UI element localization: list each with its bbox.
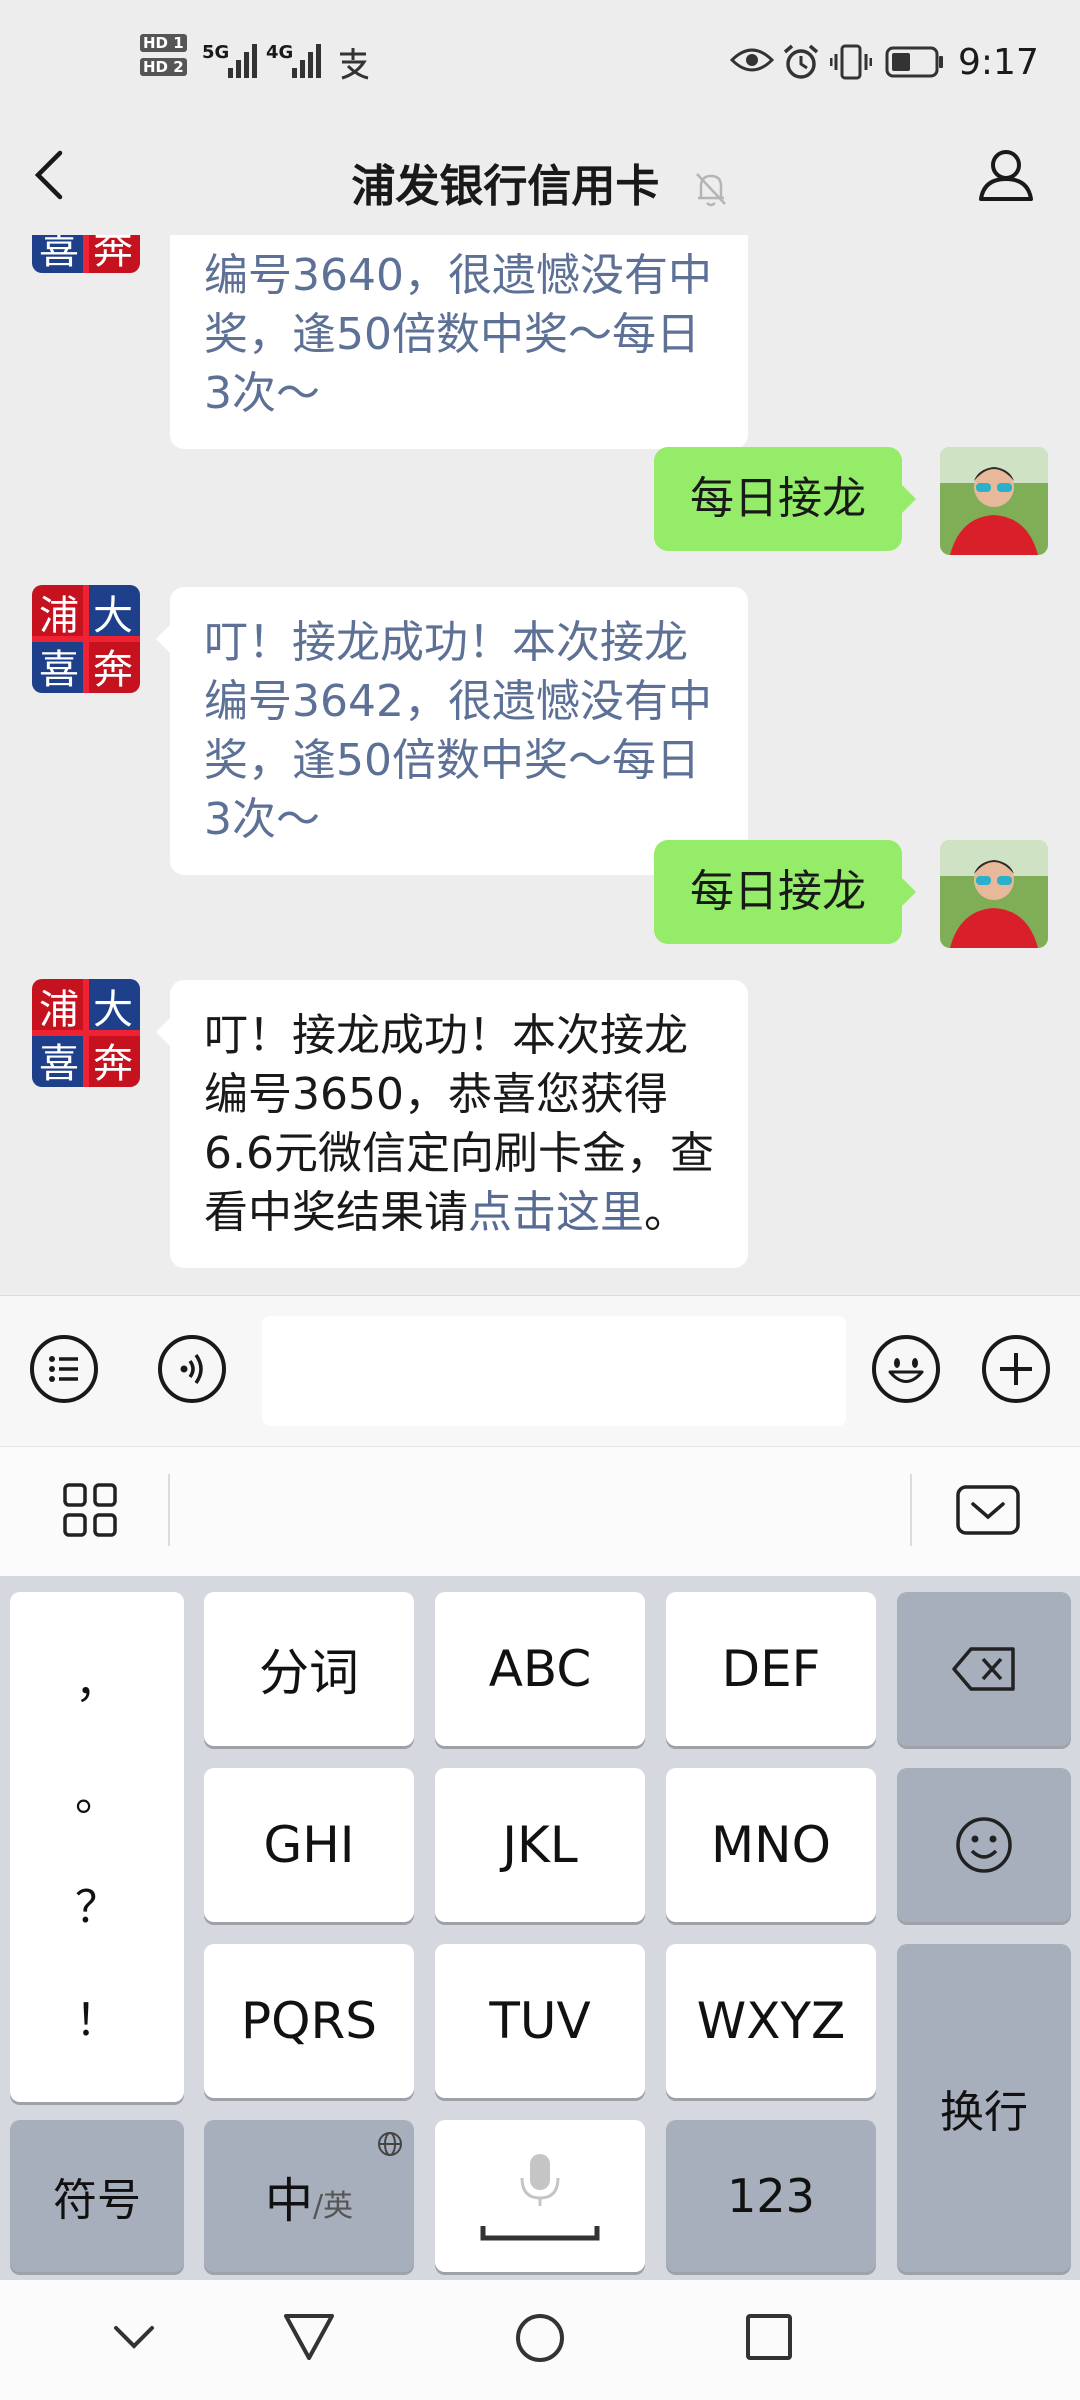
menu-list-icon[interactable]	[30, 1335, 98, 1403]
nav-recents-icon[interactable]	[744, 2312, 794, 2362]
user-avatar[interactable]	[940, 840, 1048, 948]
smiley-icon	[956, 1817, 1012, 1873]
emoji-icon[interactable]	[872, 1335, 940, 1403]
message-text-end: 。	[644, 1187, 688, 1238]
key-jkl[interactable]: JKL	[435, 1768, 645, 1922]
nav-hide-icon[interactable]	[112, 2322, 156, 2352]
plus-icon[interactable]	[982, 1335, 1050, 1403]
message-bubble-self[interactable]: 每日接龙	[654, 447, 916, 551]
divider	[168, 1474, 170, 1546]
key-mno[interactable]: MNO	[666, 1768, 876, 1922]
hd1-indicator: HD 1	[140, 34, 187, 52]
bot-avatar[interactable]: 浦 大 喜 奔	[32, 235, 140, 273]
backspace-key[interactable]	[897, 1592, 1071, 1746]
svg-text:喜: 喜	[39, 647, 79, 693]
lang-main: 中	[264, 2173, 313, 2229]
signal2-icon	[292, 40, 321, 78]
svg-text:喜: 喜	[39, 235, 79, 273]
punct-exclaim[interactable]: ！	[75, 1984, 119, 2048]
vibrate-icon	[830, 44, 872, 80]
punct-comma[interactable]: ，	[75, 1646, 119, 1710]
svg-text:奔: 奔	[93, 1041, 133, 1087]
svg-text:大: 大	[93, 593, 133, 639]
net1-label: 5G	[202, 42, 230, 63]
signal1-icon	[228, 40, 257, 78]
enter-key[interactable]: 换行	[897, 1944, 1071, 2272]
svg-text:奔: 奔	[93, 647, 133, 693]
nav-home-icon[interactable]	[514, 2312, 566, 2364]
message-text: 叮！接龙成功！本次接龙编号3640，很遗憾没有中奖，逢50倍数中奖～每日3次～	[204, 235, 712, 419]
svg-text:浦: 浦	[39, 987, 79, 1033]
keyboard: ， 。 ？ ！ 分词 ABC DEF GHI JKL MNO PQRS TUV …	[0, 1576, 1080, 2280]
numeric-key[interactable]: 123	[666, 2120, 876, 2272]
battery-icon	[885, 46, 943, 78]
bot-avatar[interactable]: 浦 大 喜 奔	[32, 585, 140, 693]
message-input[interactable]	[262, 1316, 846, 1426]
eye-icon	[730, 48, 774, 72]
svg-text:奔: 奔	[93, 235, 133, 273]
punct-period[interactable]: 。	[75, 1759, 119, 1823]
divider	[910, 1474, 912, 1546]
message-text: 每日接龙	[690, 866, 866, 917]
key-tuv[interactable]: TUV	[435, 1944, 645, 2098]
punctuation-key[interactable]: ， 。 ？ ！	[10, 1592, 184, 2102]
lang-alt: /英	[312, 2189, 354, 2224]
message-bubble[interactable]: 叮！接龙成功！本次接龙编号3642，很遗憾没有中奖，逢50倍数中奖～每日3次～	[156, 587, 748, 875]
message-bubble-self[interactable]: 每日接龙	[654, 840, 916, 944]
backspace-icon	[952, 1647, 1015, 1691]
mute-bell-icon	[695, 173, 726, 207]
status-bar: HD 1 HD 2 5G 4G 9:17	[0, 0, 1080, 120]
result-link[interactable]: 点击这里	[468, 1187, 644, 1238]
space-key[interactable]	[435, 2120, 645, 2272]
language-key[interactable]: 中/英	[204, 2120, 414, 2272]
svg-text:浦: 浦	[39, 593, 79, 639]
profile-icon[interactable]	[976, 145, 1036, 205]
chat-area[interactable]: 浦 大 喜 奔 叮！接龙成功！本次接龙编号3640，很遗憾没有中奖，逢50倍数中…	[0, 235, 1080, 1295]
message-text: 叮！接龙成功！本次接龙编号3642，很遗憾没有中奖，逢50倍数中奖～每日3次～	[204, 617, 712, 845]
key-abc[interactable]: ABC	[435, 1592, 645, 1746]
svg-text:喜: 喜	[39, 1041, 79, 1087]
hd2-indicator: HD 2	[140, 58, 187, 76]
message-bubble[interactable]: 叮！接龙成功！本次接龙编号3650，恭喜您获得6.6元微信定向刷卡金，查看中奖结…	[156, 980, 748, 1268]
page-title: 浦发银行信用卡	[0, 150, 1080, 214]
message-bubble[interactable]: 叮！接龙成功！本次接龙编号3640，很遗憾没有中奖，逢50倍数中奖～每日3次～	[170, 235, 748, 449]
user-avatar[interactable]	[940, 447, 1048, 555]
key-pqrs[interactable]: PQRS	[204, 1944, 414, 2098]
nav-back-icon[interactable]	[282, 2312, 336, 2362]
message-text: 每日接龙	[690, 473, 866, 524]
collapse-keyboard-icon[interactable]	[955, 1484, 1021, 1536]
key-wxyz[interactable]: WXYZ	[666, 1944, 876, 2098]
voice-icon[interactable]	[158, 1335, 226, 1403]
emoji-key[interactable]	[897, 1768, 1071, 1922]
alarm-icon	[783, 44, 819, 79]
svg-text:大: 大	[93, 987, 133, 1033]
alipay-icon	[340, 48, 369, 80]
grid-icon[interactable]	[62, 1482, 118, 1538]
mic-icon	[480, 2154, 600, 2241]
key-ghi[interactable]: GHI	[204, 1768, 414, 1922]
key-def[interactable]: DEF	[666, 1592, 876, 1746]
keyboard-toolbar	[0, 1446, 1080, 1577]
net2-label: 4G	[266, 42, 294, 63]
globe-icon	[378, 2132, 402, 2156]
punct-question[interactable]: ？	[75, 1871, 119, 1935]
key-fenci[interactable]: 分词	[204, 1592, 414, 1746]
bot-avatar[interactable]: 浦 大 喜 奔	[32, 979, 140, 1087]
symbol-key[interactable]: 符号	[10, 2120, 184, 2272]
clock: 9:17	[958, 42, 1039, 83]
